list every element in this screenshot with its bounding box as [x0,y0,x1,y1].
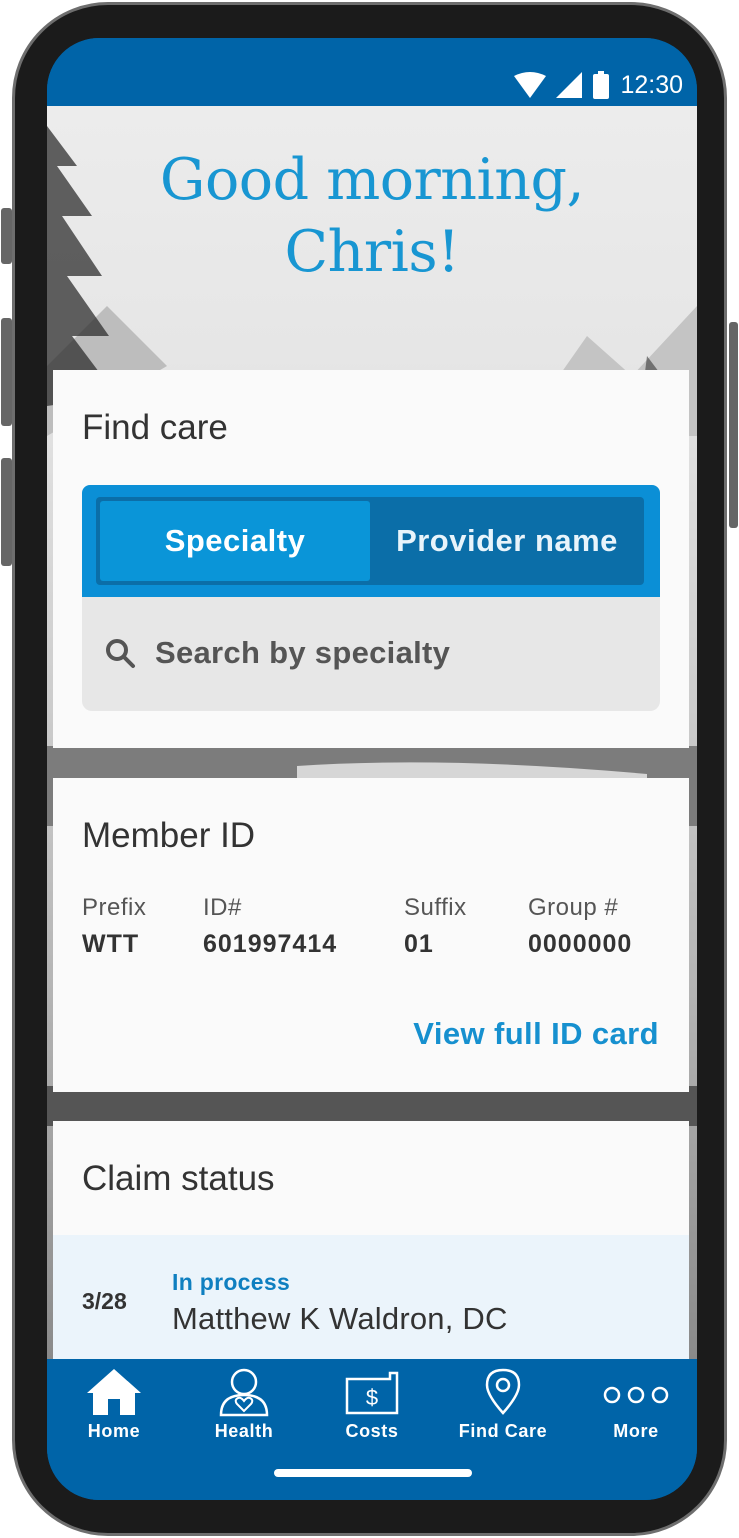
nav-home-label: Home [87,1421,141,1441]
costs-icon: $ [345,1371,399,1415]
group-number-value: 0000000 [528,930,633,958]
side-button [1,458,12,566]
search-mode-toggle: Specialty Provider name [82,485,660,597]
prefix-label: Prefix [82,894,147,921]
wifi-icon [514,72,547,98]
search-placeholder: Search by specialty [155,635,451,670]
home-indicator[interactable] [274,1469,472,1477]
claim-status-title: Claim status [82,1159,275,1198]
nav-more[interactable]: More [581,1359,691,1449]
nav-find-care[interactable]: Find Care [448,1359,558,1449]
claim-provider-name: Matthew K Waldron, DC [172,1301,508,1336]
more-icon [603,1386,669,1404]
signal-icon [556,72,583,98]
view-full-id-card-link[interactable]: View full ID card [413,1016,659,1052]
location-pin-icon [485,1368,521,1415]
suffix-label: Suffix [404,894,467,921]
greeting-name: Chris! [284,219,460,285]
search-icon [106,639,135,668]
tab-specialty[interactable]: Specialty [100,501,370,581]
claim-status-card: Claim status 3/28 In process Matthew K W… [53,1121,689,1365]
member-id-card: Member ID Prefix ID# Suffix Group # WTT … [53,778,689,1092]
bottom-navigation: Home Health $ Costs Find Care More [47,1359,697,1500]
member-id-title: Member ID [82,816,256,855]
find-care-card: Find care Specialty Provider name Search… [53,370,689,748]
status-time: 12:30 [620,70,683,99]
group-number-label: Group # [528,894,619,921]
nav-costs[interactable]: $ Costs [317,1359,427,1449]
home-icon [87,1369,141,1415]
claim-date: 3/28 [82,1288,127,1314]
battery-icon [593,71,610,99]
id-number-label: ID# [203,894,242,921]
power-button [729,322,738,528]
suffix-value: 01 [404,930,434,958]
svg-text:$: $ [366,1385,378,1410]
phone-screen: 12:30 Good morning, Chris! Find care Spe… [47,38,697,1500]
nav-costs-label: Costs [345,1421,399,1441]
claim-row[interactable]: 3/28 In process Matthew K Waldron, DC [53,1235,689,1365]
specialty-search-input[interactable]: Search by specialty [82,597,660,711]
nav-health[interactable]: Health [189,1359,299,1449]
volume-up-button [1,208,12,264]
id-number-value: 601997414 [203,930,338,958]
greeting-heading: Good morning, Chris! [47,144,697,288]
nav-health-label: Health [214,1421,274,1441]
nav-home[interactable]: Home [59,1359,169,1449]
volume-down-button [1,318,12,426]
tab-provider-name[interactable]: Provider name [372,501,642,581]
nav-more-label: More [613,1421,659,1441]
prefix-value: WTT [82,930,140,958]
nav-find-care-label: Find Care [458,1421,548,1441]
greeting-line-1: Good morning, [159,147,585,213]
health-icon [219,1368,269,1417]
toggle-track: Specialty Provider name [96,497,644,585]
claim-status-label: In process [172,1269,291,1295]
find-care-title: Find care [82,408,228,447]
status-bar: 12:30 [47,38,697,106]
